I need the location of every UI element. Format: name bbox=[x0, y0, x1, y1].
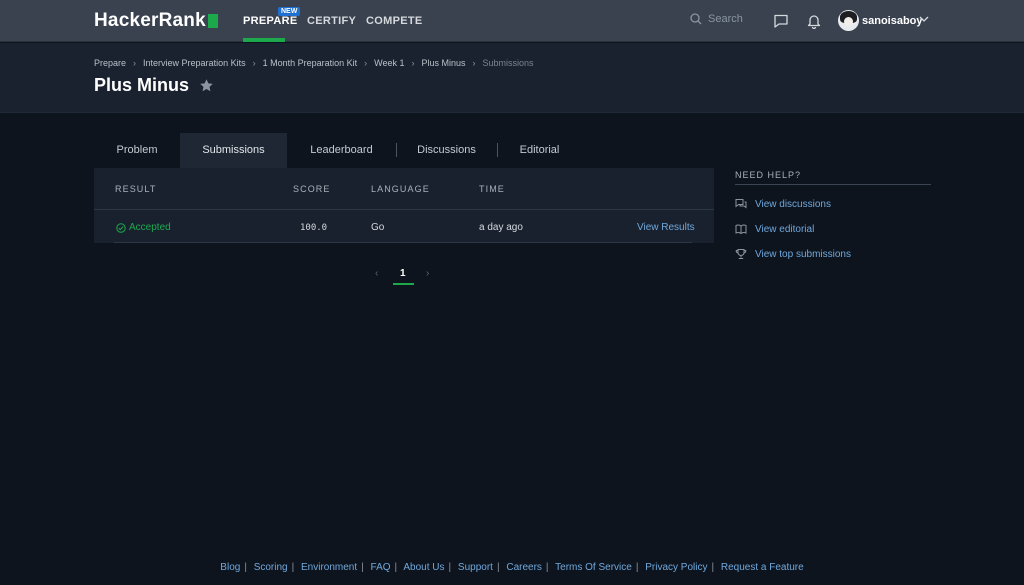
tab-discussions[interactable]: Discussions bbox=[396, 133, 497, 168]
logo-block-icon bbox=[207, 14, 218, 28]
view-editorial-link[interactable]: View editorial bbox=[735, 223, 814, 235]
view-discussions-link[interactable]: View discussions bbox=[735, 198, 831, 210]
nav-prepare[interactable]: PREPARE bbox=[243, 15, 297, 27]
footer-link-request-feature[interactable]: Request a Feature bbox=[721, 562, 804, 573]
result-status: Accepted bbox=[116, 222, 171, 233]
column-header-language: LANGUAGE bbox=[371, 184, 430, 194]
chevron-right-icon: › bbox=[364, 58, 368, 68]
submissions-table: RESULT SCORE LANGUAGE TIME Accepted 100.… bbox=[94, 168, 714, 243]
notifications-bell-icon[interactable] bbox=[806, 13, 822, 29]
footer-link-terms[interactable]: Terms Of Service bbox=[555, 562, 632, 573]
footer-link-careers[interactable]: Careers bbox=[506, 562, 542, 573]
view-top-submissions-label: View top submissions bbox=[755, 248, 851, 260]
user-avatar[interactable] bbox=[838, 10, 859, 31]
chevron-right-icon: › bbox=[411, 58, 415, 68]
footer-link-privacy[interactable]: Privacy Policy bbox=[645, 562, 707, 573]
footer: Blog | Scoring | Environment | FAQ | About U… bbox=[220, 562, 804, 573]
trophy-icon bbox=[735, 249, 747, 259]
tab-editorial[interactable]: Editorial bbox=[497, 133, 582, 168]
challenge-tabs: Problem Submissions Leaderboard Discussi… bbox=[94, 133, 714, 168]
tab-leaderboard[interactable]: Leaderboard bbox=[287, 133, 396, 168]
time-value: a day ago bbox=[479, 222, 523, 233]
top-navbar: HackerRank PREPARE NEW CERTIFY COMPETE S… bbox=[0, 0, 1024, 42]
nav-compete[interactable]: COMPETE bbox=[366, 15, 423, 27]
view-results-link[interactable]: View Results bbox=[637, 222, 695, 233]
result-label: Accepted bbox=[129, 222, 171, 233]
need-help-heading: NEED HELP? bbox=[735, 170, 802, 180]
footer-link-blog[interactable]: Blog bbox=[220, 562, 240, 573]
view-discussions-label: View discussions bbox=[755, 198, 831, 210]
page-header: Prepare › Interview Preparation Kits › 1… bbox=[0, 43, 1024, 113]
chevron-right-icon: › bbox=[252, 58, 256, 68]
tab-problem[interactable]: Problem bbox=[94, 133, 180, 168]
breadcrumb-challenge[interactable]: Plus Minus bbox=[422, 58, 466, 68]
new-badge: NEW bbox=[278, 7, 301, 16]
divider bbox=[94, 209, 714, 210]
breadcrumb-current: Submissions bbox=[482, 58, 534, 68]
chevron-down-icon[interactable] bbox=[919, 15, 929, 23]
username[interactable]: sanoisaboy bbox=[862, 15, 923, 27]
book-icon bbox=[735, 224, 747, 235]
pagination-page[interactable]: 1 bbox=[400, 268, 406, 279]
page-title: Plus Minus bbox=[94, 75, 190, 95]
view-top-submissions-link[interactable]: View top submissions bbox=[735, 248, 851, 260]
breadcrumb-month-kit[interactable]: 1 Month Preparation Kit bbox=[263, 58, 358, 68]
nav-certify[interactable]: CERTIFY bbox=[307, 15, 356, 27]
chevron-right-icon: › bbox=[472, 58, 476, 68]
breadcrumb: Prepare › Interview Preparation Kits › 1… bbox=[94, 58, 534, 68]
footer-link-support[interactable]: Support bbox=[458, 562, 493, 573]
divider bbox=[114, 242, 692, 243]
footer-link-scoring[interactable]: Scoring bbox=[254, 562, 288, 573]
search-icon bbox=[690, 13, 702, 25]
active-page-indicator bbox=[393, 283, 414, 285]
divider bbox=[735, 184, 931, 185]
column-header-score: SCORE bbox=[293, 184, 331, 194]
breadcrumb-week[interactable]: Week 1 bbox=[374, 58, 404, 68]
pagination-next[interactable]: › bbox=[426, 268, 429, 279]
breadcrumb-prepare[interactable]: Prepare bbox=[94, 58, 126, 68]
chevron-right-icon: › bbox=[133, 58, 137, 68]
breadcrumb-interview-kits[interactable]: Interview Preparation Kits bbox=[143, 58, 246, 68]
language-value: Go bbox=[371, 222, 385, 233]
hackerrank-logo[interactable]: HackerRank bbox=[94, 10, 218, 32]
search-box[interactable]: Search bbox=[690, 13, 743, 25]
search-input[interactable]: Search bbox=[708, 13, 743, 25]
tab-submissions[interactable]: Submissions bbox=[180, 133, 287, 168]
logo-text: HackerRank bbox=[94, 10, 206, 31]
view-editorial-label: View editorial bbox=[755, 223, 815, 235]
active-nav-indicator bbox=[243, 38, 285, 42]
star-icon[interactable] bbox=[199, 78, 214, 93]
column-header-time: TIME bbox=[479, 184, 505, 194]
footer-link-faq[interactable]: FAQ bbox=[371, 562, 391, 573]
pagination-prev[interactable]: ‹ bbox=[375, 268, 378, 279]
messages-icon[interactable] bbox=[773, 13, 789, 29]
score-value: 100.0 bbox=[300, 223, 328, 233]
column-header-result: RESULT bbox=[115, 184, 157, 194]
footer-link-about-us[interactable]: About Us bbox=[403, 562, 444, 573]
footer-link-environment[interactable]: Environment bbox=[301, 562, 357, 573]
check-circle-icon bbox=[116, 222, 126, 233]
discussion-icon bbox=[735, 199, 747, 209]
